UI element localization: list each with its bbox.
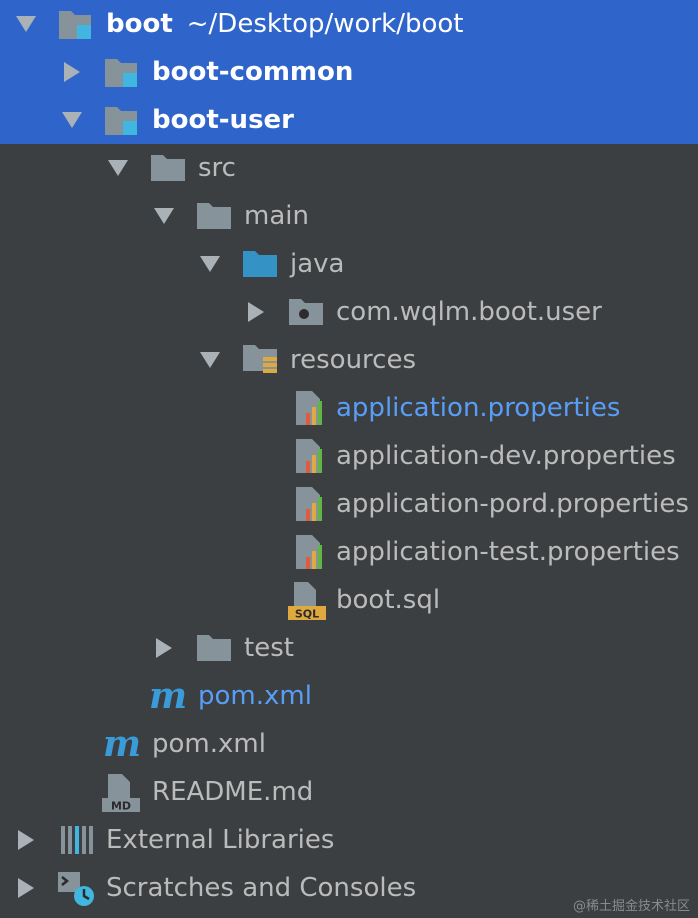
resources-folder-icon [240, 336, 280, 384]
expand-arrow-down-icon[interactable] [58, 96, 86, 144]
markdown-file-icon: MD [102, 768, 142, 816]
tree-row-main[interactable]: main [0, 192, 698, 240]
module-icon [56, 0, 96, 48]
tree-label-boot-common: boot-common [152, 57, 354, 87]
tree-label-boot-user: boot-user [152, 105, 294, 135]
sql-file-icon: SQL [288, 576, 328, 624]
tree-label-src: src [198, 153, 236, 183]
properties-file-icon [290, 384, 330, 432]
md-badge-text: MD [111, 800, 131, 813]
tree-row-package[interactable]: com.wqlm.boot.user [0, 288, 698, 336]
folder-icon [148, 144, 188, 192]
tree-label-application-dev-properties: application-dev.properties [336, 441, 676, 471]
package-icon [286, 288, 326, 336]
properties-file-icon [290, 528, 330, 576]
folder-icon [194, 624, 234, 672]
tree-label-application-test-properties: application-test.properties [336, 537, 680, 567]
maven-icon: m [148, 672, 188, 720]
tree-label-application-properties: application.properties [336, 393, 621, 423]
tree-row-readme[interactable]: MD README.md [0, 768, 698, 816]
module-icon [102, 48, 142, 96]
expand-arrow-right-icon[interactable] [58, 48, 86, 96]
tree-label-root-pom: pom.xml [152, 729, 266, 759]
tree-row-external-libraries[interactable]: External Libraries [0, 816, 698, 864]
tree-label-readme: README.md [152, 777, 314, 807]
tree-label-test: test [244, 633, 294, 663]
sql-badge-text: SQL [295, 608, 319, 621]
properties-file-icon [290, 480, 330, 528]
tree-label-boot-sql: boot.sql [336, 585, 441, 615]
tree-row-boot-sql[interactable]: SQL boot.sql [0, 576, 698, 624]
tree-row-src[interactable]: src [0, 144, 698, 192]
folder-icon [194, 192, 234, 240]
tree-row-root-pom[interactable]: m pom.xml [0, 720, 698, 768]
expand-arrow-right-icon[interactable] [12, 816, 40, 864]
tree-row-boot-common[interactable]: boot-common [0, 48, 698, 96]
tree-label-application-pord-properties: application-pord.properties [336, 489, 689, 519]
maven-glyph: m [149, 678, 187, 714]
tree-label-resources: resources [290, 345, 417, 375]
module-icon [102, 96, 142, 144]
tree-label-main: main [244, 201, 309, 231]
tree-label-module-pom: pom.xml [198, 681, 312, 711]
watermark: @稀土掘金技术社区 [572, 899, 690, 914]
tree-row-application-test-properties[interactable]: application-test.properties [0, 528, 698, 576]
tree-row-boot[interactable]: boot ~/Desktop/work/boot [0, 0, 698, 48]
maven-glyph: m [103, 726, 141, 762]
tree-row-boot-user[interactable]: boot-user [0, 96, 698, 144]
scratches-icon [56, 864, 96, 912]
properties-file-icon [290, 432, 330, 480]
expand-arrow-down-icon[interactable] [196, 240, 224, 288]
tree-row-resources[interactable]: resources [0, 336, 698, 384]
tree-row-application-dev-properties[interactable]: application-dev.properties [0, 432, 698, 480]
project-tree: boot ~/Desktop/work/boot boot-common boot… [0, 0, 698, 912]
expand-arrow-down-icon[interactable] [12, 0, 40, 48]
tree-row-application-properties[interactable]: application.properties [0, 384, 698, 432]
tree-label-external-libraries: External Libraries [106, 825, 335, 855]
tree-row-java[interactable]: java [0, 240, 698, 288]
tree-row-module-pom[interactable]: m pom.xml [0, 672, 698, 720]
tree-label-boot: boot ~/Desktop/work/boot [106, 9, 464, 39]
tree-row-application-pord-properties[interactable]: application-pord.properties [0, 480, 698, 528]
libraries-icon [56, 816, 96, 864]
tree-row-test[interactable]: test [0, 624, 698, 672]
expand-arrow-right-icon[interactable] [242, 288, 270, 336]
expand-arrow-down-icon[interactable] [104, 144, 132, 192]
tree-label-scratches: Scratches and Consoles [106, 873, 417, 903]
tree-label-package: com.wqlm.boot.user [336, 297, 602, 327]
expand-arrow-right-icon[interactable] [150, 624, 178, 672]
tree-label-java: java [290, 249, 345, 279]
expand-arrow-down-icon[interactable] [150, 192, 178, 240]
expand-arrow-down-icon[interactable] [196, 336, 224, 384]
expand-arrow-right-icon[interactable] [12, 864, 40, 912]
maven-icon: m [102, 720, 142, 768]
source-folder-icon [240, 240, 280, 288]
